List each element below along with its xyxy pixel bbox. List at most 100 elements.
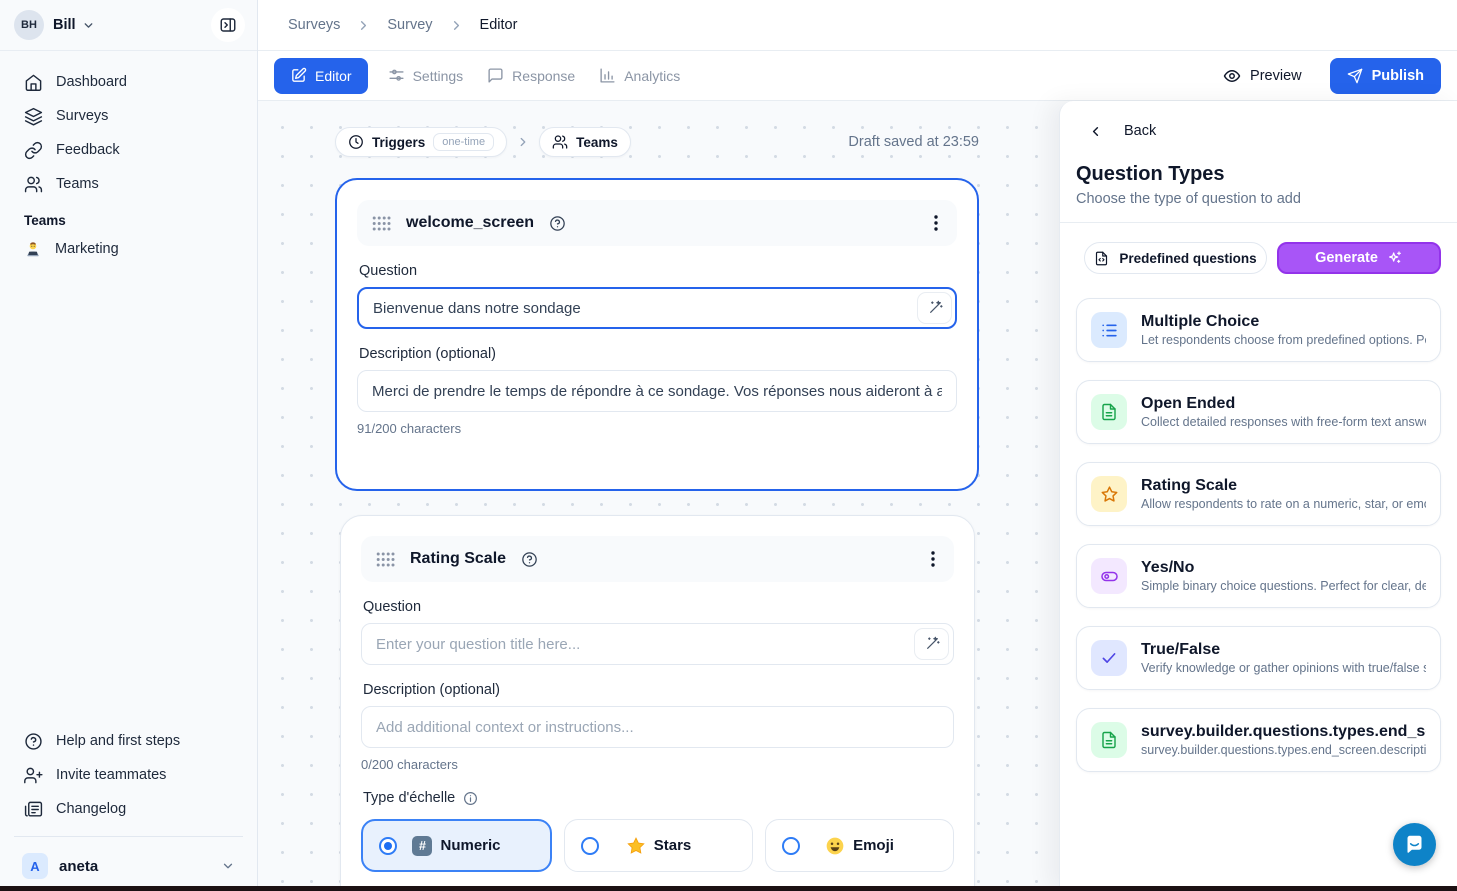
scale-type-label: Type d'échelle (363, 790, 455, 806)
star-icon (1091, 476, 1127, 512)
sidebar-footer: Help and first steps Invite teammates Ch… (0, 724, 257, 883)
question-card-welcome-screen[interactable]: welcome_screen Question Description (opt… (335, 178, 979, 491)
char-count: 0/200 characters (361, 757, 954, 772)
help-circle-icon[interactable] (521, 551, 538, 568)
magic-wand-button[interactable] (914, 628, 949, 660)
toolbar-actions: Preview Publish (1223, 58, 1441, 94)
question-description-input[interactable] (361, 706, 954, 748)
layers-icon (24, 107, 43, 126)
breadcrumb-surveys[interactable]: Surveys (288, 17, 340, 33)
generate-button[interactable]: Generate (1277, 242, 1441, 274)
question-title-input[interactable] (361, 623, 954, 665)
teams-pill[interactable]: Teams (539, 127, 631, 157)
sidebar-item-label: Marketing (55, 241, 119, 257)
sidebar-collapse-button[interactable] (211, 8, 245, 42)
magic-wand-button[interactable] (917, 292, 952, 324)
tab-settings[interactable]: Settings (376, 58, 476, 94)
account-menu[interactable]: A aneta (12, 847, 245, 883)
help-circle-icon[interactable] (549, 215, 566, 232)
sidebar-item-label: Surveys (56, 108, 108, 124)
question-card-title: welcome_screen (406, 214, 534, 232)
sidebar-divider (14, 836, 243, 837)
canvas-topbar: Triggers one-time Teams Draft saved at 2… (335, 127, 979, 157)
predefined-questions-button[interactable]: Predefined questions (1084, 242, 1267, 274)
scale-option-label: Stars (654, 837, 692, 854)
numeric-keycap-icon: # (412, 836, 432, 856)
type-card-true-false[interactable]: True/False Verify knowledge or gather op… (1076, 626, 1441, 690)
sidebar-item-team-marketing[interactable]: Marketing (12, 232, 245, 266)
tab-label: Settings (413, 68, 464, 84)
question-label: Question (359, 263, 955, 279)
question-title-input[interactable] (357, 287, 957, 329)
sidebar-item-changelog[interactable]: Changelog (12, 792, 245, 826)
file-text-icon (1091, 722, 1127, 758)
account-name: aneta (59, 858, 98, 875)
breadcrumb-survey[interactable]: Survey (387, 17, 432, 33)
sidebar-nav: Dashboard Surveys Feedback Teams (0, 51, 257, 266)
chevron-left-icon (1088, 124, 1103, 139)
sidebar-item-invite[interactable]: Invite teammates (12, 758, 245, 792)
type-title: Open Ended (1141, 395, 1426, 413)
char-count: 91/200 characters (357, 421, 957, 436)
toggle-icon (1091, 558, 1127, 594)
bar-chart-icon (599, 67, 616, 84)
chat-launcher-button[interactable] (1393, 823, 1436, 866)
grip-dots-icon[interactable] (376, 552, 395, 567)
type-card-rating-scale[interactable]: Rating Scale Allow respondents to rate o… (1076, 462, 1441, 526)
sidebar-item-dashboard[interactable]: Dashboard (12, 65, 245, 99)
clock-icon (348, 134, 364, 150)
type-card-yes-no[interactable]: Yes/No Simple binary choice questions. P… (1076, 544, 1441, 608)
scale-option-numeric[interactable]: # Numeric (361, 819, 552, 872)
chevron-right-icon (449, 18, 464, 33)
preview-button[interactable]: Preview (1223, 67, 1302, 85)
triggers-pill[interactable]: Triggers one-time (335, 127, 507, 157)
question-card-header: welcome_screen (357, 200, 957, 246)
sidebar-item-label: Teams (56, 176, 99, 192)
tab-editor[interactable]: Editor (274, 58, 368, 94)
card-menu-button[interactable] (927, 547, 939, 571)
type-card-multiple-choice[interactable]: Multiple Choice Let respondents choose f… (1076, 298, 1441, 362)
description-label: Description (optional) (359, 346, 955, 362)
publish-button[interactable]: Publish (1330, 58, 1441, 94)
user-plus-icon (24, 766, 43, 785)
breadcrumb: Surveys Survey Editor (258, 0, 1457, 51)
back-label: Back (1124, 123, 1156, 139)
description-label: Description (optional) (363, 682, 952, 698)
changelog-icon (24, 800, 43, 819)
teams-pill-label: Teams (576, 135, 618, 150)
sidebar-teams-header: Teams (12, 201, 245, 232)
generate-label: Generate (1315, 250, 1378, 266)
type-card-end-screen[interactable]: survey.builder.questions.types.end_scr..… (1076, 708, 1441, 772)
tab-label: Editor (315, 68, 352, 84)
type-description: Let respondents choose from predefined o… (1141, 333, 1426, 347)
triggers-label: Triggers (372, 135, 425, 150)
scale-option-stars[interactable]: Stars (564, 819, 753, 872)
smiley-emoji-icon (825, 836, 845, 856)
publish-label: Publish (1372, 68, 1424, 84)
type-card-open-ended[interactable]: Open Ended Collect detailed responses wi… (1076, 380, 1441, 444)
workspace-switcher[interactable]: BH Bill (0, 0, 257, 51)
pencil-square-icon (290, 67, 307, 84)
tab-response[interactable]: Response (475, 58, 587, 94)
question-description-input[interactable] (357, 370, 957, 412)
users-icon (24, 175, 43, 194)
sidebar-item-help[interactable]: Help and first steps (12, 724, 245, 758)
users-icon (552, 134, 568, 150)
grip-dots-icon[interactable] (372, 216, 391, 231)
panel-divider (1060, 222, 1457, 223)
question-card-rating-scale[interactable]: Rating Scale Question Description (optio… (340, 515, 975, 891)
sidebar-item-feedback[interactable]: Feedback (12, 133, 245, 167)
sidebar-item-surveys[interactable]: Surveys (12, 99, 245, 133)
card-menu-button[interactable] (930, 211, 942, 235)
type-title: survey.builder.questions.types.end_scr..… (1141, 723, 1426, 741)
draft-status: Draft saved at 23:59 (848, 134, 979, 150)
tab-analytics[interactable]: Analytics (587, 58, 692, 94)
type-title: Multiple Choice (1141, 313, 1426, 331)
scale-option-emoji[interactable]: Emoji (765, 819, 954, 872)
sidebar-item-label: Changelog (56, 801, 126, 817)
back-button[interactable]: Back (1088, 123, 1441, 139)
preview-label: Preview (1250, 68, 1302, 84)
sidebar-item-teams[interactable]: Teams (12, 167, 245, 201)
info-icon[interactable] (463, 791, 478, 806)
chevron-down-icon (82, 19, 95, 32)
